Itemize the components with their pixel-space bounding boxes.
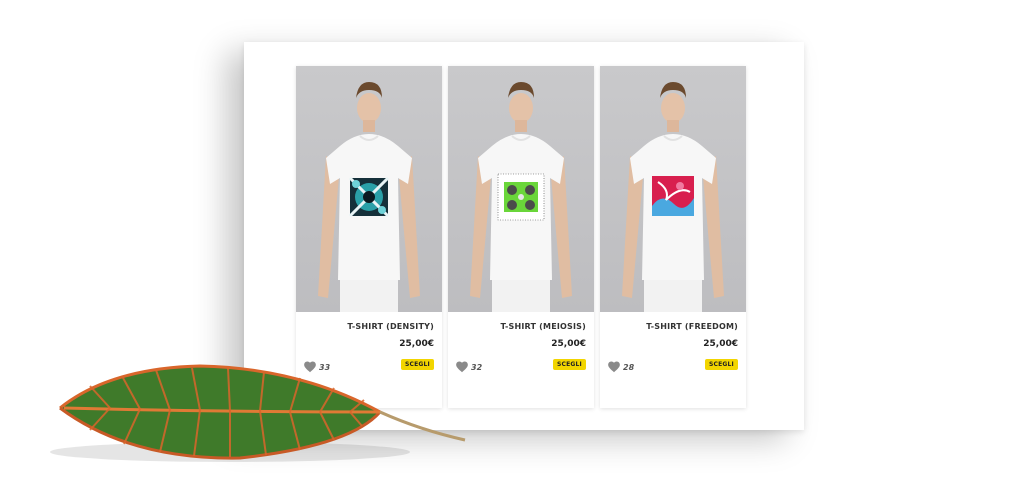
product-card[interactable]: T-SHIRT (DENSITY) 25,00€ 33 SCEGLI	[296, 66, 442, 408]
choose-button[interactable]: SCEGLI	[704, 359, 738, 370]
product-photo[interactable]	[448, 66, 594, 312]
product-card[interactable]: T-SHIRT (FREEDOM) 25,00€ 28 SCEGLI	[600, 66, 746, 408]
choose-button[interactable]: SCEGLI	[552, 359, 586, 370]
product-price: 25,00€	[703, 339, 738, 349]
product-title: T-SHIRT (FREEDOM)	[646, 322, 738, 331]
product-price: 25,00€	[551, 339, 586, 349]
product-price: 25,00€	[399, 339, 434, 349]
product-title: T-SHIRT (MEIOSIS)	[500, 322, 586, 331]
product-card[interactable]: T-SHIRT (MEIOSIS) 25,00€ 32 SCEGLI	[448, 66, 594, 408]
product-info: T-SHIRT (FREEDOM) 25,00€ 28 SCEGLI	[600, 312, 746, 408]
like-count: 28	[623, 363, 635, 372]
product-photo[interactable]	[600, 66, 746, 312]
product-title: T-SHIRT (DENSITY)	[347, 322, 434, 331]
heart-icon[interactable]	[607, 360, 621, 374]
product-photo[interactable]	[296, 66, 442, 312]
leaf-decoration	[50, 364, 466, 462]
